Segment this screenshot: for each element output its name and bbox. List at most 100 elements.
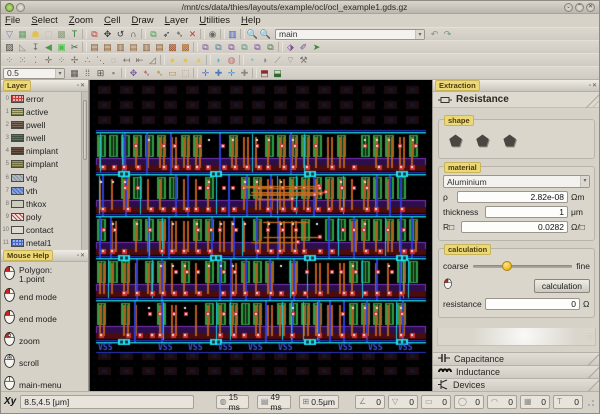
layer-swatch-icon[interactable]: [11, 147, 24, 155]
tool-icon[interactable]: ◿: [146, 54, 159, 66]
rho-field[interactable]: 2.82e-08: [457, 191, 568, 203]
tool-icon[interactable]: ⧉: [264, 41, 277, 53]
tab-capacitance[interactable]: Capacitance: [433, 352, 599, 365]
tool-icon[interactable]: ▤: [88, 41, 101, 53]
tool-icon[interactable]: ⧉: [88, 28, 101, 40]
layer-swatch-icon[interactable]: [11, 160, 24, 168]
layer-swatch-icon[interactable]: [11, 213, 24, 221]
layer-swatch-icon[interactable]: [11, 187, 24, 195]
tool-icon[interactable]: ●: [166, 54, 179, 66]
tool-icon[interactable]: ∴: [81, 54, 94, 66]
thickness-field[interactable]: 1: [485, 206, 568, 218]
tool-icon[interactable]: ⧉: [251, 41, 264, 53]
menu-item-cell[interactable]: Cell: [104, 15, 120, 26]
tool-icon[interactable]: ⧉: [147, 28, 160, 40]
tool-icon[interactable]: ✢: [68, 54, 81, 66]
layer-swatch-icon[interactable]: [11, 95, 24, 103]
tool-icon[interactable]: ✥: [101, 28, 114, 40]
layer-row-vth[interactable]: 7vth: [1, 184, 81, 197]
menu-item-help[interactable]: Help: [241, 15, 261, 26]
layer-swatch-icon[interactable]: [11, 108, 24, 116]
tool-icon[interactable]: ⬒: [258, 67, 271, 79]
precision-slider[interactable]: [473, 265, 573, 268]
tool-icon[interactable]: ▩: [166, 41, 179, 53]
tool-icon[interactable]: ➤: [310, 41, 323, 53]
grid-size-combo[interactable]: 0.5 ▾: [3, 68, 65, 79]
menu-item-file[interactable]: File: [5, 15, 20, 26]
tool-icon[interactable]: ⚒: [297, 54, 310, 66]
tool-icon[interactable]: ⁙: [16, 54, 29, 66]
tool-icon[interactable]: ▨: [3, 41, 16, 53]
tool-icon[interactable]: ⧉: [199, 41, 212, 53]
tool-icon[interactable]: ▥: [226, 28, 239, 40]
tool-icon[interactable]: ↤: [120, 54, 133, 66]
tool-icon[interactable]: ↷: [441, 28, 454, 40]
layer-row-contact[interactable]: 10contact: [1, 224, 81, 237]
resistance-result-field[interactable]: 0: [485, 298, 580, 310]
tool-icon[interactable]: ▩: [179, 41, 192, 53]
tool-icon[interactable]: ▣: [55, 41, 68, 53]
tool-icon[interactable]: ➴: [173, 28, 186, 40]
tool-icon[interactable]: ⁚: [29, 54, 42, 66]
tool-icon[interactable]: ➴: [153, 67, 166, 79]
tool-icon[interactable]: 🔍: [246, 28, 259, 40]
layer-row-error[interactable]: 0error: [1, 92, 81, 105]
layer-row-metal1[interactable]: 11metal1: [1, 237, 81, 250]
layer-row-nwell[interactable]: 3nwell: [1, 132, 81, 145]
tool-icon[interactable]: ✛: [225, 67, 238, 79]
layer-swatch-icon[interactable]: [11, 134, 24, 142]
tool-icon[interactable]: ➴: [140, 67, 153, 79]
cell-select-combo[interactable]: main ▾: [275, 29, 425, 40]
tool-icon[interactable]: ▽: [3, 28, 16, 40]
minimize-icon[interactable]: ⌄: [564, 3, 573, 12]
tool-icon[interactable]: ☗: [29, 28, 42, 40]
tool-icon[interactable]: ▭: [166, 67, 179, 79]
tool-icon[interactable]: ⇤: [133, 54, 146, 66]
tool-icon[interactable]: ✐: [297, 41, 310, 53]
resize-grip[interactable]: [587, 397, 596, 407]
layer-row-nimplant[interactable]: 4nimplant: [1, 145, 81, 158]
tool-icon[interactable]: ▤: [153, 41, 166, 53]
tool-icon[interactable]: ⋱: [94, 54, 107, 66]
tool-icon[interactable]: ◑: [258, 54, 271, 66]
menu-item-zoom[interactable]: Zoom: [69, 15, 93, 26]
tool-icon[interactable]: ↧: [29, 41, 42, 53]
panel-float-close-icons[interactable]: ▫✕: [77, 252, 86, 259]
layer-row-thkox[interactable]: 8thkox: [1, 197, 81, 210]
tool-icon[interactable]: ✂: [68, 41, 81, 53]
sheet-resistance-field[interactable]: 0.0282: [461, 221, 568, 233]
layer-swatch-icon[interactable]: [11, 174, 24, 182]
menu-item-layer[interactable]: Layer: [165, 15, 189, 26]
tab-devices[interactable]: Devices: [433, 378, 599, 391]
tool-icon[interactable]: ▦: [68, 67, 81, 79]
tool-icon[interactable]: ↺: [114, 28, 127, 40]
tool-icon[interactable]: ◀: [42, 41, 55, 53]
tool-icon[interactable]: ⌔: [284, 54, 297, 66]
tool-icon[interactable]: ⬗: [284, 41, 297, 53]
tool-icon[interactable]: ↶: [428, 28, 441, 40]
tool-icon[interactable]: ▢: [42, 28, 55, 40]
scroll-down-icon[interactable]: ▽: [587, 332, 594, 343]
tool-icon[interactable]: ➶: [160, 28, 173, 40]
tool-icon[interactable]: ▩: [55, 28, 68, 40]
tool-icon[interactable]: ⬓: [271, 67, 284, 79]
slider-knob[interactable]: [502, 261, 512, 271]
close-icon[interactable]: ✕: [586, 3, 595, 12]
tool-icon[interactable]: ⁞⁞: [81, 67, 94, 79]
tool-icon[interactable]: ▥: [114, 41, 127, 53]
menu-item-select[interactable]: Select: [31, 15, 57, 26]
tool-icon[interactable]: ✕: [186, 28, 199, 40]
tool-icon[interactable]: ∩: [127, 28, 140, 40]
layer-row-pimplant[interactable]: 5pimplant: [1, 158, 81, 171]
menu-item-utilities[interactable]: Utilities: [199, 15, 230, 26]
tool-icon[interactable]: ◍: [225, 54, 238, 66]
tool-icon[interactable]: ●: [179, 54, 192, 66]
panel-float-close-icons[interactable]: ▫✕: [77, 82, 86, 89]
tool-icon[interactable]: ▥: [140, 41, 153, 53]
app-menu-icon[interactable]: [5, 3, 14, 12]
tool-icon[interactable]: ⧉: [225, 41, 238, 53]
calculation-button[interactable]: calculation: [534, 279, 590, 293]
tool-icon[interactable]: ✛: [199, 67, 212, 79]
tool-icon[interactable]: ⟋: [271, 54, 284, 66]
tab-resistance[interactable]: Resistance: [433, 92, 599, 108]
